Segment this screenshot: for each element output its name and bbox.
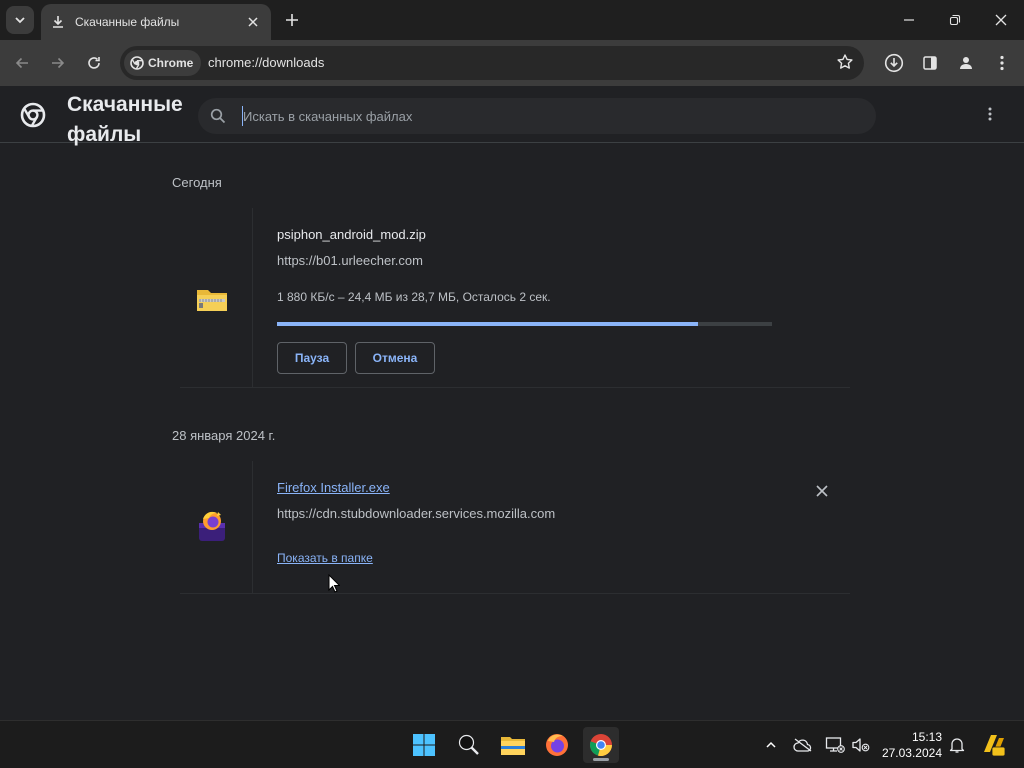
more-vertical-icon	[988, 107, 992, 121]
tab-strip: Скачанные файлы	[0, 0, 1024, 40]
close-icon	[248, 17, 258, 27]
restore-button[interactable]	[932, 0, 978, 40]
tab-title: Скачанные файлы	[75, 15, 180, 29]
download-source-url[interactable]: https://b01.urleecher.com	[277, 253, 423, 268]
folder-icon	[501, 737, 525, 755]
file-explorer-button[interactable]	[495, 727, 531, 763]
download-circle-icon	[884, 53, 904, 73]
chip-label: Chrome	[148, 56, 194, 70]
notifications-button[interactable]	[945, 733, 969, 757]
onedrive-button[interactable]	[791, 733, 815, 757]
download-item-completed: Firefox Installer.exe https://cdn.stubdo…	[180, 461, 850, 594]
tab-downloads[interactable]: Скачанные файлы	[41, 4, 271, 40]
firefox-icon	[546, 734, 568, 756]
cloud-offline-icon	[793, 738, 812, 752]
download-filename-link[interactable]: Firefox Installer.exe	[277, 480, 390, 495]
taskbar-search-button[interactable]	[451, 727, 487, 763]
mouse-cursor-icon	[328, 574, 340, 593]
browser-toolbar: Chrome chrome://downloads	[0, 40, 1024, 86]
download-progress-bar	[277, 322, 772, 326]
pause-button[interactable]: Пауза	[277, 342, 347, 374]
search-input[interactable]	[242, 106, 842, 126]
zip-folder-icon	[197, 290, 227, 311]
plus-icon	[286, 14, 298, 26]
chrome-icon	[130, 56, 144, 70]
bell-icon	[949, 738, 965, 753]
taskbar-clock[interactable]: 15:13 27.03.2024	[878, 729, 942, 761]
clock-date: 27.03.2024	[881, 746, 942, 760]
copilot-pre-icon	[984, 735, 1006, 757]
card-divider	[252, 461, 253, 593]
download-icon	[53, 16, 63, 28]
url-text: chrome://downloads	[208, 55, 325, 70]
restore-icon	[949, 14, 961, 26]
download-filename[interactable]: psiphon_android_mod.zip	[277, 227, 426, 242]
remove-from-list-button[interactable]	[812, 481, 832, 501]
minimize-button[interactable]	[886, 0, 932, 40]
site-info-chip[interactable]: Chrome	[124, 50, 202, 76]
downloads-search	[198, 98, 876, 134]
browser-menu-button[interactable]	[988, 49, 1016, 77]
reload-icon	[88, 57, 100, 69]
bookmark-star-button[interactable]	[836, 53, 854, 76]
volume-button[interactable]	[849, 733, 873, 757]
tab-search-button[interactable]	[6, 6, 34, 34]
cancel-button[interactable]: Отмена	[355, 342, 435, 374]
date-header: 28 января 2024 г.	[172, 428, 276, 443]
windows-taskbar: 15:13 27.03.2024	[0, 720, 1024, 768]
clock-time: 15:13	[911, 730, 942, 744]
arrow-left-icon	[15, 57, 28, 69]
download-item-active: psiphon_android_mod.zip https://b01.urle…	[180, 208, 850, 388]
back-button[interactable]	[8, 49, 36, 77]
person-icon	[960, 57, 972, 69]
search-icon	[458, 734, 479, 755]
network-button[interactable]	[823, 733, 847, 757]
search-icon	[210, 108, 226, 124]
downloads-menu-button[interactable]	[980, 104, 1000, 124]
active-app-indicator	[593, 758, 609, 761]
downloads-button[interactable]	[880, 49, 908, 77]
date-header: Сегодня	[172, 175, 222, 190]
volume-muted-icon	[852, 738, 870, 752]
reload-button[interactable]	[80, 49, 108, 77]
star-icon	[837, 54, 853, 69]
start-button[interactable]	[406, 727, 442, 763]
chevron-down-icon	[15, 17, 25, 24]
close-icon	[995, 14, 1007, 26]
arrow-right-icon	[52, 57, 65, 69]
network-offline-icon	[825, 737, 845, 753]
show-hidden-icons-button[interactable]	[759, 733, 783, 757]
page-title: Скачанные файлы	[67, 93, 183, 146]
copilot-preview-button[interactable]	[979, 731, 1007, 759]
forward-button[interactable]	[44, 49, 72, 77]
close-window-button[interactable]	[978, 0, 1024, 40]
close-icon	[816, 485, 828, 497]
chevron-up-icon	[766, 741, 776, 748]
side-panel-icon	[923, 56, 937, 70]
download-progress-fill	[277, 322, 698, 326]
more-vertical-icon	[1000, 55, 1004, 71]
side-panel-button[interactable]	[916, 49, 944, 77]
tab-close-button[interactable]	[245, 14, 261, 30]
download-source-url[interactable]: https://cdn.stubdownloader.services.mozi…	[277, 506, 555, 521]
profile-button[interactable]	[952, 49, 980, 77]
firefox-taskbar-button[interactable]	[539, 727, 575, 763]
address-bar[interactable]: Chrome chrome://downloads	[120, 46, 864, 80]
minimize-icon	[904, 19, 914, 21]
chrome-logo-icon	[20, 102, 46, 128]
new-tab-button[interactable]	[280, 8, 304, 32]
windows-logo-icon	[413, 734, 435, 756]
show-in-folder-link[interactable]: Показать в папке	[277, 551, 373, 565]
card-divider	[252, 208, 253, 387]
firefox-installer-icon	[199, 511, 225, 541]
chrome-color-icon	[589, 734, 612, 757]
chrome-taskbar-button[interactable]	[583, 727, 619, 763]
download-status: 1 880 КБ/с – 24,4 МБ из 28,7 МБ, Осталос…	[277, 290, 551, 304]
downloads-header: Скачанные файлы	[0, 86, 1024, 146]
